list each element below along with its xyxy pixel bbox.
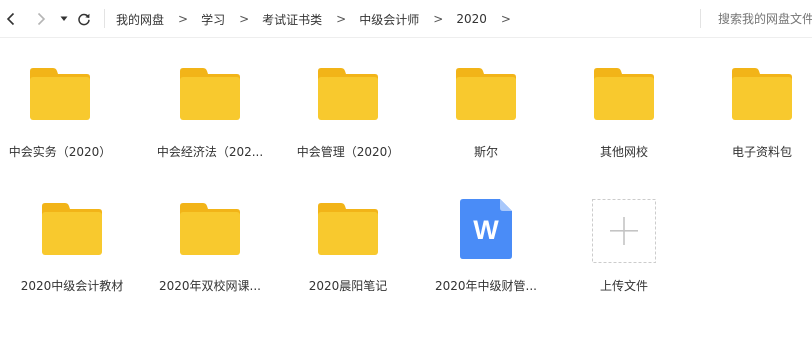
file-item[interactable]: W 2020年中级财管... (426, 175, 546, 305)
folder-icon (12, 203, 132, 255)
upload-tile (564, 199, 684, 263)
breadcrumb-item[interactable]: 2020 (456, 12, 487, 26)
file-name: 斯尔 (473, 145, 498, 159)
file-name: 2020晨阳笔记 (308, 279, 388, 293)
file-name: 2020年双校网课... (159, 279, 261, 293)
search-input[interactable] (718, 0, 812, 38)
folder-icon (564, 68, 684, 120)
breadcrumb-item[interactable]: 学习 (201, 11, 225, 28)
breadcrumb-item[interactable]: 考试证书类 (262, 11, 322, 28)
folder-item[interactable]: 电子资料包 (702, 40, 812, 170)
folder-item[interactable]: 中会管理（2020） (288, 40, 408, 170)
word-doc-letter: W (473, 215, 499, 245)
upload-file-button[interactable]: 上传文件 (564, 175, 684, 305)
chevron-right-icon (36, 12, 46, 26)
file-name: 中会经济法（202... (156, 145, 264, 159)
folder-icon (150, 203, 270, 255)
folder-icon (426, 68, 546, 120)
breadcrumb: 我的网盘 > 学习 > 考试证书类 > 中级会计师 > 2020 > (116, 0, 524, 38)
chevron-left-icon (6, 12, 16, 26)
breadcrumb-separator: > (178, 12, 189, 26)
file-name: 电子资料包 (731, 145, 792, 159)
toolbar-divider (104, 9, 105, 28)
breadcrumb-separator: > (433, 12, 444, 26)
folder-item[interactable]: 中会经济法（202... (150, 40, 270, 170)
folder-icon (288, 203, 408, 255)
word-doc-icon: W (426, 199, 546, 259)
folder-item[interactable]: 2020晨阳笔记 (288, 175, 408, 305)
folder-item[interactable]: 中会实务（2020） (0, 40, 120, 170)
search-divider (700, 9, 701, 28)
folder-item[interactable]: 2020中级会计教材 (12, 175, 132, 305)
file-name: 其他网校 (599, 145, 648, 159)
refresh-button[interactable] (75, 0, 93, 38)
folder-icon (288, 68, 408, 120)
folder-icon (0, 68, 120, 120)
breadcrumb-separator: > (336, 12, 347, 26)
breadcrumb-item[interactable]: 我的网盘 (116, 11, 164, 28)
file-name: 2020中级会计教材 (20, 279, 124, 293)
folder-icon (150, 68, 270, 120)
folder-item[interactable]: 斯尔 (426, 40, 546, 170)
file-name: 中会实务（2020） (8, 145, 112, 159)
breadcrumb-separator: > (239, 12, 250, 26)
file-name: 中会管理（2020） (296, 145, 400, 159)
breadcrumb-item[interactable]: 中级会计师 (359, 11, 419, 28)
history-dropdown[interactable] (58, 0, 70, 38)
file-name: 2020年中级财管... (435, 279, 537, 293)
refresh-icon (77, 12, 91, 26)
toolbar: 我的网盘 > 学习 > 考试证书类 > 中级会计师 > 2020 > (0, 0, 812, 38)
breadcrumb-separator: > (500, 12, 511, 26)
folder-item[interactable]: 2020年双校网课... (150, 175, 270, 305)
back-button[interactable] (0, 0, 22, 38)
upload-label: 上传文件 (599, 279, 648, 293)
caret-down-icon (60, 16, 68, 22)
folder-item[interactable]: 其他网校 (564, 40, 684, 170)
forward-button[interactable] (32, 0, 50, 38)
folder-icon (702, 68, 812, 120)
